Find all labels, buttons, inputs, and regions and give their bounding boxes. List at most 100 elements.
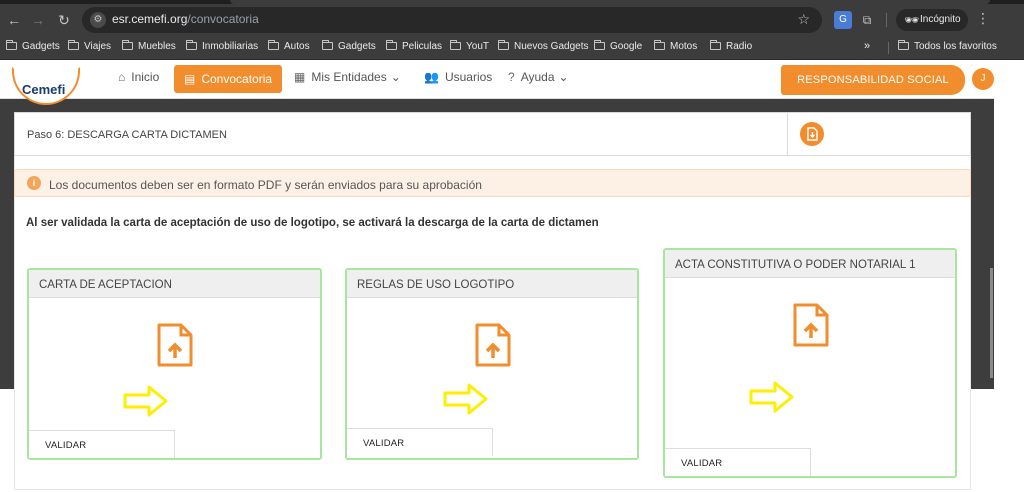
responsabilidad-social-button[interactable]: RESPONSABILIDAD SOCIAL [781, 65, 965, 95]
bookmark-label: Gadgets [338, 41, 376, 52]
bookmark-folder[interactable]: Google [594, 40, 643, 52]
bookmark-folder[interactable]: Radio [710, 40, 753, 52]
user-avatar[interactable]: J [972, 68, 994, 90]
bookmark-label: Nuevos Gadgets [514, 41, 589, 52]
site-header: Cemefi ⌂ Inicio ▤ Convocatoria ▦ Mis Entida… [0, 61, 994, 105]
incognito-icon: 🕶 [904, 13, 920, 27]
bookmark-folder[interactable]: Nuevos Gadgets [498, 40, 589, 52]
bookmark-folder[interactable]: Autos [268, 40, 310, 52]
notice-text: Los documentos deben ser en formato PDF … [49, 178, 482, 192]
card-header: CARTA DE ACEPTACION [29, 270, 320, 298]
validar-button[interactable]: VALIDAR [665, 448, 811, 476]
nav-convocatoria-label: Convocatoria [201, 72, 273, 86]
logo-text: Cemefi [22, 82, 66, 97]
folder-icon [68, 40, 79, 50]
notice-alert: i Los documentos deben ser en formato PD… [14, 169, 971, 197]
bookmark-label: Peliculas [402, 41, 443, 52]
folder-icon [386, 40, 397, 50]
upload-file-icon[interactable] [792, 302, 830, 348]
chevron-down-icon: ⌄ [558, 70, 569, 84]
card-header: REGLAS DE USO LOGOTIPO [347, 270, 637, 298]
nav-usuarios[interactable]: 👥 Usuarios [424, 70, 492, 84]
all-bookmarks-label: Todos los favoritos [914, 41, 997, 52]
page-right-edge [994, 61, 1024, 492]
bookmark-folder[interactable]: Inmobiliarias [186, 40, 259, 52]
bookmarks-overflow-button[interactable]: » [864, 40, 870, 52]
chevron-down-icon: ⌄ [390, 70, 401, 84]
bookmark-folder[interactable]: YouT [450, 40, 489, 52]
document-card: REGLAS DE USO LOGOTIPO VALIDAR [345, 268, 639, 460]
reload-icon[interactable]: ↻ [54, 10, 74, 30]
document-icon: ▤ [184, 72, 196, 86]
translate-icon[interactable]: G [834, 11, 852, 29]
folder-icon [710, 40, 721, 50]
help-icon: ? [508, 70, 515, 84]
document-card: ACTA CONSTITUTIVA O PODER NOTARIAL 1 VAL… [663, 248, 957, 478]
nav-mis-entidades-label: Mis Entidades [311, 70, 387, 84]
nav-ayuda[interactable]: ? Ayuda ⌄ [508, 70, 569, 84]
document-card: CARTA DE ACEPTACION VALIDAR [27, 268, 322, 460]
bookmark-label: Inmobiliarias [202, 41, 259, 52]
url-domain: esr.cemefi.org [112, 12, 188, 26]
back-icon[interactable]: ← [4, 10, 24, 30]
address-url[interactable]: esr.cemefi.org/convocatoria [112, 12, 259, 26]
bookmark-label: Google [610, 41, 643, 52]
download-button[interactable] [800, 122, 824, 146]
incognito-badge[interactable]: 🕶 Incógnito [896, 9, 968, 31]
validar-button[interactable]: VALIDAR [29, 430, 175, 458]
bookmark-folder[interactable]: Peliculas [386, 40, 443, 52]
bookmark-folder[interactable]: Muebles [122, 40, 176, 52]
nav-inicio-label: Inicio [131, 70, 160, 84]
bookmark-label: Viajes [84, 41, 112, 52]
instruction-text: Al ser validada la carta de aceptación d… [26, 217, 599, 229]
nav-ayuda-label: Ayuda [520, 70, 555, 84]
bookmark-folder[interactable]: Gadgets [322, 40, 376, 52]
nav-mis-entidades[interactable]: ▦ Mis Entidades ⌄ [294, 70, 401, 84]
yellow-arrow-icon [443, 383, 488, 415]
folder-icon [498, 40, 509, 50]
browser-toolbar: ← → ↻ ⚙ esr.cemefi.org/convocatoria ☆ G … [0, 4, 1024, 36]
folder-icon [6, 40, 17, 50]
forward-icon[interactable]: → [28, 10, 48, 30]
nav-convocatoria[interactable]: ▤ Convocatoria [174, 65, 282, 93]
bookmark-folder[interactable]: Motos [654, 40, 698, 52]
bookmark-label: Radio [726, 41, 753, 52]
step-divider [787, 113, 788, 155]
site-info-icon[interactable]: ⚙ [90, 12, 106, 28]
bookmark-label: Autos [284, 41, 310, 52]
folder-icon [186, 40, 197, 50]
card-title: ACTA CONSTITUTIVA O PODER NOTARIAL 1 [675, 259, 916, 271]
download-file-icon [807, 127, 818, 141]
folder-icon [594, 40, 605, 50]
address-bar[interactable]: ⚙ esr.cemefi.org/convocatoria ☆ [82, 7, 822, 33]
scrollbar-thumb[interactable] [990, 268, 993, 378]
upload-file-icon[interactable] [474, 322, 512, 368]
users-icon: 👥 [424, 70, 439, 84]
yellow-arrow-icon [123, 385, 168, 417]
incognito-label: Incógnito [920, 14, 961, 25]
all-bookmarks-folder[interactable]: Todos los favoritos [898, 40, 997, 52]
extensions-icon[interactable]: ⧉ [858, 11, 876, 29]
nav-usuarios-label: Usuarios [444, 70, 493, 84]
nav-inicio[interactable]: ⌂ Inicio [118, 70, 159, 84]
browser-menu-icon[interactable]: ⋮ [976, 10, 990, 27]
bookmark-label: Gadgets [22, 41, 60, 52]
bookmark-label: YouT [466, 41, 489, 52]
home-icon: ⌂ [118, 70, 126, 84]
bookmarks-bar: Gadgets Viajes Muebles Inmobiliarias Aut… [0, 36, 1024, 60]
step-row: Paso 6: DESCARGA CARTA DICTAMEN [14, 112, 971, 156]
card-title: CARTA DE ACEPTACION [39, 279, 172, 291]
folder-icon [654, 40, 665, 50]
bookmark-label: Motos [670, 41, 698, 52]
bookmark-star-icon[interactable]: ☆ [797, 11, 810, 28]
card-header: ACTA CONSTITUTIVA O PODER NOTARIAL 1 [665, 250, 955, 278]
validar-button[interactable]: VALIDAR [347, 428, 493, 456]
bookmarks-divider [888, 42, 889, 54]
step-label: Paso 6: DESCARGA CARTA DICTAMEN [27, 129, 227, 141]
bookmark-folder[interactable]: Gadgets [6, 40, 60, 52]
yellow-arrow-icon [749, 381, 794, 413]
upload-file-icon[interactable] [156, 322, 194, 368]
folder-icon [268, 40, 279, 50]
card-title: REGLAS DE USO LOGOTIPO [357, 279, 515, 291]
bookmark-folder[interactable]: Viajes [68, 40, 112, 52]
